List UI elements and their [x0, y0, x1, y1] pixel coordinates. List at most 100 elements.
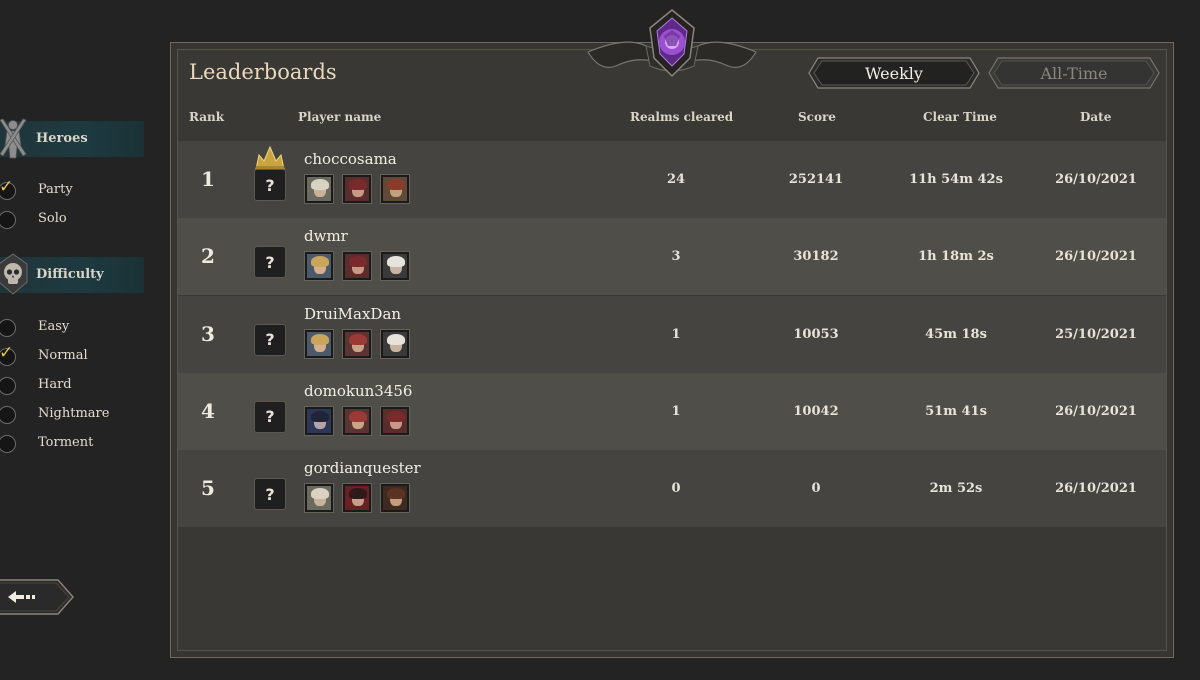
radio-normal[interactable]: ✓ Normal [0, 343, 150, 368]
clear-time-cell: 2m 52s [929, 481, 983, 497]
date-cell: 25/10/2021 [1055, 326, 1137, 342]
player-name[interactable]: domokun3456 [304, 382, 412, 400]
rank-cell: 1 [201, 167, 215, 191]
column-header-rank[interactable]: Rank [189, 110, 224, 124]
table-row[interactable]: 4? domokun3456 1 10042 51m 41s 26/10/2021 [178, 372, 1166, 450]
score-cell: 10042 [793, 403, 839, 419]
tab-all-time[interactable]: All-Time [988, 57, 1160, 89]
table-row[interactable]: 1? choccosama 24 252141 11h 54m 42s 26/10/202… [178, 141, 1166, 218]
player-name[interactable]: dwmr [304, 227, 348, 245]
clear-time-cell: 11h 54m 42s [909, 172, 1003, 187]
radio-solo-label: Solo [38, 211, 67, 226]
player-name[interactable]: DruiMaxDan [304, 305, 401, 323]
unknown-class-badge: ? [254, 169, 286, 201]
unknown-class-badge: ? [254, 323, 286, 356]
pale-haired-hero-portrait-icon[interactable] [304, 483, 334, 514]
score-cell: 30182 [793, 249, 839, 265]
white-bearded-hero-portrait-icon[interactable] [380, 251, 410, 282]
red-haired-hero-portrait-icon[interactable] [380, 405, 410, 436]
realms-cleared-cell: 1 [671, 326, 681, 342]
checkmark-icon: ✓ [0, 177, 14, 197]
table-row[interactable]: 2? dwmr 3 30182 1h 18m 2s 26/10/2021 [178, 218, 1166, 296]
radio-solo[interactable]: Solo [0, 209, 150, 231]
clear-time-cell: 45m 18s [925, 326, 987, 342]
clear-time-cell: 1h 18m 2s [918, 249, 994, 265]
radio-solo-circle[interactable] [0, 211, 16, 229]
column-header-player[interactable]: Player name [298, 110, 381, 124]
radio-torment[interactable]: Torment [0, 433, 150, 455]
white-bearded-hero-portrait-icon[interactable] [380, 328, 410, 359]
radio-nightmare[interactable]: Nightmare [0, 404, 150, 426]
radio-nightmare-circle[interactable] [0, 406, 16, 424]
radio-torment-circle[interactable] [0, 435, 16, 453]
heroes-section-header: Heroes [0, 118, 144, 159]
difficulty-header-label: Difficulty [36, 267, 104, 282]
unknown-class-badge: ? [254, 478, 286, 511]
red-hooded-hero-portrait-icon[interactable] [380, 174, 410, 204]
rank-cell: 2 [201, 244, 215, 269]
radio-party-label: Party [38, 182, 73, 197]
unknown-class-badge: ? [254, 400, 286, 433]
tab-weekly[interactable]: Weekly [808, 57, 980, 89]
checkmark-icon: ✓ [0, 343, 14, 363]
realms-cleared-cell: 24 [666, 172, 686, 187]
radio-easy[interactable]: Easy [0, 317, 150, 339]
hero-portraits [304, 251, 410, 282]
realms-cleared-cell: 0 [671, 481, 681, 497]
radio-normal-label: Normal [38, 348, 88, 363]
hero-portraits [304, 405, 410, 436]
table-row[interactable]: 5? gordianquester 0 0 2m 52s 26/10/2021 [178, 450, 1166, 528]
hero-portraits [304, 483, 410, 514]
red-hat-hero-portrait-icon[interactable] [342, 405, 372, 436]
tab-all-time-label: All-Time [1040, 63, 1108, 83]
realms-cleared-cell: 3 [671, 249, 681, 265]
player-name[interactable]: gordianquester [304, 459, 421, 477]
date-cell: 26/10/2021 [1055, 403, 1137, 419]
realms-cleared-cell: 1 [671, 403, 681, 419]
radio-party[interactable]: ✓ Party [0, 177, 150, 202]
date-cell: 26/10/2021 [1055, 481, 1137, 497]
column-header-realms[interactable]: Realms cleared [630, 110, 733, 124]
column-header-date[interactable]: Date [1080, 110, 1111, 124]
score-cell: 10053 [793, 326, 839, 342]
blonde-hero-portrait-icon[interactable] [304, 328, 334, 359]
back-button[interactable] [0, 578, 75, 616]
score-cell: 0 [811, 481, 821, 497]
brown-haired-hero-portrait-icon[interactable] [380, 483, 410, 514]
player-name[interactable]: choccosama [304, 150, 397, 168]
hero-portraits [304, 328, 410, 359]
column-header-clear-time[interactable]: Clear Time [923, 110, 997, 124]
heroes-header-label: Heroes [36, 131, 88, 146]
column-header-score[interactable]: Score [798, 110, 836, 124]
radio-hard[interactable]: Hard [0, 375, 150, 397]
rank-cell: 4 [201, 398, 215, 423]
difficulty-section-header: Difficulty [0, 253, 144, 295]
radio-nightmare-label: Nightmare [38, 406, 110, 421]
tab-weekly-label: Weekly [865, 63, 923, 83]
sidebar: Heroes ✓ Party Solo Difficulty Easy ✓ No… [0, 0, 160, 680]
unknown-class-badge: ? [254, 246, 286, 279]
gold-crown-icon [255, 145, 285, 170]
rank-cell: 3 [201, 321, 215, 346]
radio-torment-label: Torment [38, 435, 94, 450]
blonde-hero-portrait-icon[interactable] [304, 251, 334, 282]
pale-haired-hero-portrait-icon[interactable] [304, 174, 334, 204]
clear-time-cell: 51m 41s [925, 403, 987, 419]
radio-easy-circle[interactable] [0, 319, 16, 337]
dark-haired-hero-portrait-icon[interactable] [304, 405, 334, 436]
radio-easy-label: Easy [38, 319, 70, 334]
dark-red-hero-portrait-icon[interactable] [342, 483, 372, 514]
date-cell: 26/10/2021 [1055, 249, 1137, 265]
table-row[interactable]: 3? DruiMaxDan 1 10053 45m 18s 25/10/2021 [178, 295, 1166, 373]
date-cell: 26/10/2021 [1055, 172, 1137, 187]
page-title: Leaderboards [189, 60, 337, 84]
red-haired-hero-portrait-icon[interactable] [342, 251, 372, 282]
radio-hard-circle[interactable] [0, 377, 16, 395]
purple-crest-emblem-icon [587, 9, 757, 78]
red-haired-hero-portrait-icon[interactable] [342, 174, 372, 204]
table-header: Rank Player name Realms cleared Score Cl… [178, 98, 1166, 138]
crossed-swords-heroes-icon [0, 115, 30, 161]
radio-hard-label: Hard [38, 377, 72, 392]
hero-portraits [304, 174, 410, 204]
red-hat-hero-portrait-icon[interactable] [342, 328, 372, 359]
